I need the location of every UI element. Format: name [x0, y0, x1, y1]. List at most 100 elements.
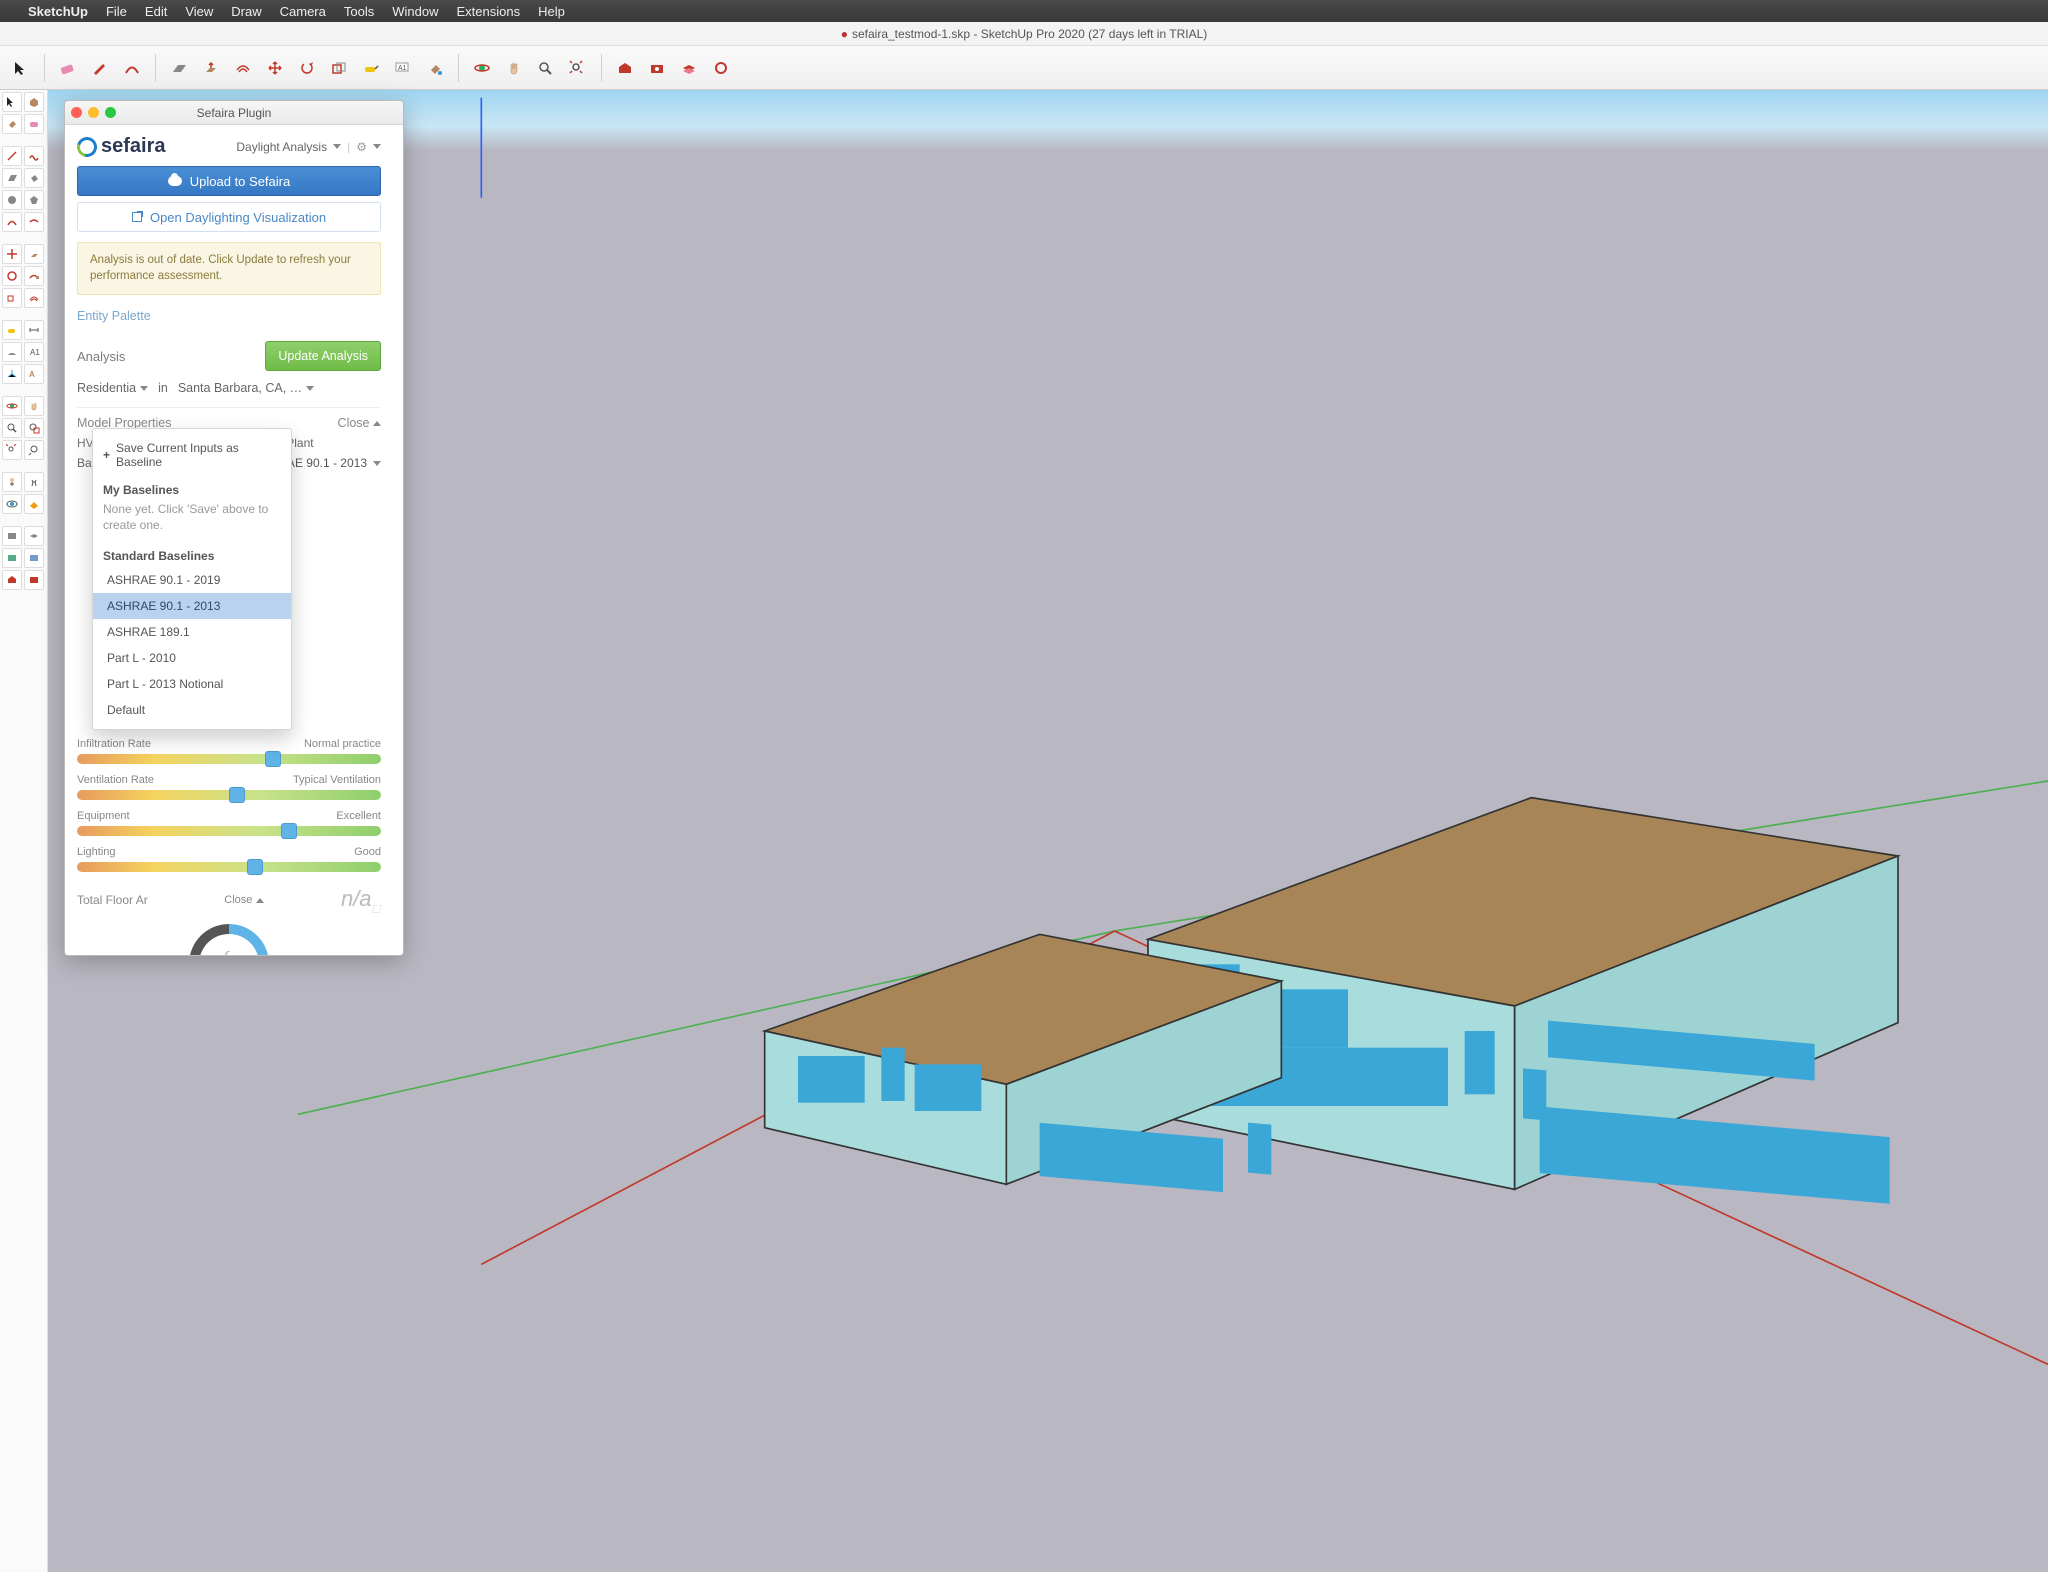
slider-track[interactable] [77, 754, 381, 764]
lt-photomatch[interactable] [24, 548, 44, 568]
minimize-icon[interactable] [88, 107, 99, 118]
baseline-option[interactable]: ASHRAE 90.1 - 2013 [93, 593, 291, 619]
model-properties-toggle[interactable]: Close [338, 416, 381, 430]
slider-thumb[interactable] [247, 859, 263, 875]
tape-measure-tool[interactable] [358, 55, 384, 81]
lt-protractor[interactable] [2, 342, 22, 362]
lt-dimension[interactable] [24, 320, 44, 340]
warehouse-tool[interactable] [612, 55, 638, 81]
lt-text[interactable]: A1 [24, 342, 44, 362]
lt-component[interactable] [24, 92, 44, 112]
menu-help[interactable]: Help [538, 4, 565, 19]
lt-eraser[interactable] [24, 114, 44, 134]
eraser-tool[interactable] [55, 55, 81, 81]
rectangle-tool[interactable] [166, 55, 192, 81]
lt-polygon[interactable] [24, 190, 44, 210]
lt-3dtext[interactable]: A [24, 364, 44, 384]
save-baseline-item[interactable]: + Save Current Inputs as Baseline [93, 435, 291, 475]
lt-axes[interactable] [2, 364, 22, 384]
lt-scale[interactable] [2, 288, 22, 308]
menu-file[interactable]: File [106, 4, 127, 19]
slider-track[interactable] [77, 862, 381, 872]
menu-extensions[interactable]: Extensions [456, 4, 520, 19]
lt-select[interactable] [2, 92, 22, 112]
location-select[interactable]: Santa Barbara, CA, … [178, 381, 314, 395]
lt-paint[interactable] [2, 114, 22, 134]
upload-button[interactable]: Upload to Sefaira [77, 166, 381, 196]
menu-draw[interactable]: Draw [231, 4, 261, 19]
zoom-extents-tool[interactable] [565, 55, 591, 81]
extension-warehouse-tool[interactable] [644, 55, 670, 81]
lt-arc[interactable] [2, 212, 22, 232]
sefaira-tool[interactable] [708, 55, 734, 81]
lt-pushpull[interactable] [24, 244, 44, 264]
building-type-select[interactable]: Residentia [77, 381, 148, 395]
lt-zoom[interactable] [2, 418, 22, 438]
lt-rotrect[interactable] [24, 168, 44, 188]
lt-lookaround[interactable] [2, 494, 22, 514]
slider-track[interactable] [77, 790, 381, 800]
pushpull-tool[interactable] [198, 55, 224, 81]
slider-track[interactable] [77, 826, 381, 836]
lt-2ptarc[interactable] [24, 212, 44, 232]
lt-prevview[interactable] [24, 440, 44, 460]
analysis-mode-select[interactable]: Daylight Analysis [236, 140, 327, 154]
lt-addlocation[interactable] [2, 548, 22, 568]
lt-pan[interactable] [24, 396, 44, 416]
menu-edit[interactable]: Edit [145, 4, 167, 19]
lt-position-camera[interactable] [2, 472, 22, 492]
lt-line[interactable] [2, 146, 22, 166]
move-tool[interactable] [262, 55, 288, 81]
lt-orbit[interactable] [2, 396, 22, 416]
menu-tools[interactable]: Tools [344, 4, 374, 19]
lt-extwarehouse[interactable] [24, 570, 44, 590]
baseline-option[interactable]: Part L - 2013 Notional [93, 671, 291, 697]
open-visualization-button[interactable]: Open Daylighting Visualization [77, 202, 381, 232]
lt-move[interactable] [2, 244, 22, 264]
rotate-tool[interactable] [294, 55, 320, 81]
lt-offset[interactable] [24, 288, 44, 308]
baseline-option[interactable]: Default [93, 697, 291, 723]
update-analysis-button[interactable]: Update Analysis [265, 341, 381, 371]
slider-thumb[interactable] [265, 751, 281, 767]
pencil-tool[interactable] [87, 55, 113, 81]
scale-tool[interactable] [326, 55, 352, 81]
select-tool[interactable] [8, 55, 34, 81]
lt-layers[interactable] [24, 526, 44, 546]
menu-camera[interactable]: Camera [280, 4, 326, 19]
lt-tape[interactable] [2, 320, 22, 340]
gear-icon[interactable]: ⚙ [356, 140, 367, 154]
lt-freehand[interactable] [24, 146, 44, 166]
entity-palette-link[interactable]: Entity Palette [77, 305, 381, 335]
lt-circle[interactable] [2, 190, 22, 210]
close-icon[interactable] [71, 107, 82, 118]
baseline-option[interactable]: ASHRAE 90.1 - 2019 [93, 567, 291, 593]
app-name[interactable]: SketchUp [28, 4, 88, 19]
lt-3dwarehouse[interactable] [2, 570, 22, 590]
baseline-option[interactable]: ASHRAE 189.1 [93, 619, 291, 645]
lt-rect[interactable] [2, 168, 22, 188]
floor-close-toggle[interactable]: Close [224, 894, 264, 906]
lt-rotate[interactable] [2, 266, 22, 286]
slider-thumb[interactable] [281, 823, 297, 839]
plugin-titlebar[interactable]: Sefaira Plugin [65, 101, 403, 125]
baseline-option[interactable]: Part L - 2010 [93, 645, 291, 671]
lt-zoomext[interactable] [2, 440, 22, 460]
slider-thumb[interactable] [229, 787, 245, 803]
zoom-tool[interactable] [533, 55, 559, 81]
layers-tool[interactable] [676, 55, 702, 81]
text-tool[interactable]: A1 [390, 55, 416, 81]
paint-bucket-tool[interactable] [422, 55, 448, 81]
lt-outliner[interactable] [2, 526, 22, 546]
offset-tool[interactable] [230, 55, 256, 81]
menu-view[interactable]: View [185, 4, 213, 19]
lt-zoomwindow[interactable] [24, 418, 44, 438]
orbit-tool[interactable] [469, 55, 495, 81]
menu-window[interactable]: Window [392, 4, 438, 19]
zoom-icon[interactable] [105, 107, 116, 118]
lt-walk[interactable] [24, 472, 44, 492]
arc-tool[interactable] [119, 55, 145, 81]
lt-followme[interactable] [24, 266, 44, 286]
lt-section[interactable] [24, 494, 44, 514]
pan-tool[interactable] [501, 55, 527, 81]
